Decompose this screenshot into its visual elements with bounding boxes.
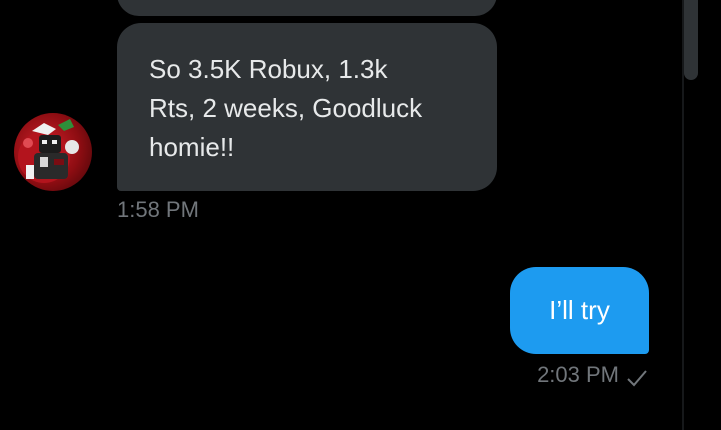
- check-icon: [625, 366, 649, 390]
- incoming-message-time: 1:58 PM: [117, 197, 199, 222]
- outgoing-message-meta: 2:03 PM: [537, 360, 649, 390]
- outgoing-message-bubble[interactable]: I’ll try: [510, 267, 649, 354]
- previous-message-bubble[interactable]: [117, 0, 497, 16]
- outgoing-message-time: 2:03 PM: [537, 362, 619, 387]
- avatar[interactable]: [14, 113, 92, 191]
- incoming-message-bubble[interactable]: So 3.5K Robux, 1.3k Rts, 2 weeks, Goodlu…: [117, 23, 497, 191]
- scrollbar-thumb[interactable]: [684, 0, 698, 80]
- dm-conversation: So 3.5K Robux, 1.3k Rts, 2 weeks, Goodlu…: [0, 0, 721, 430]
